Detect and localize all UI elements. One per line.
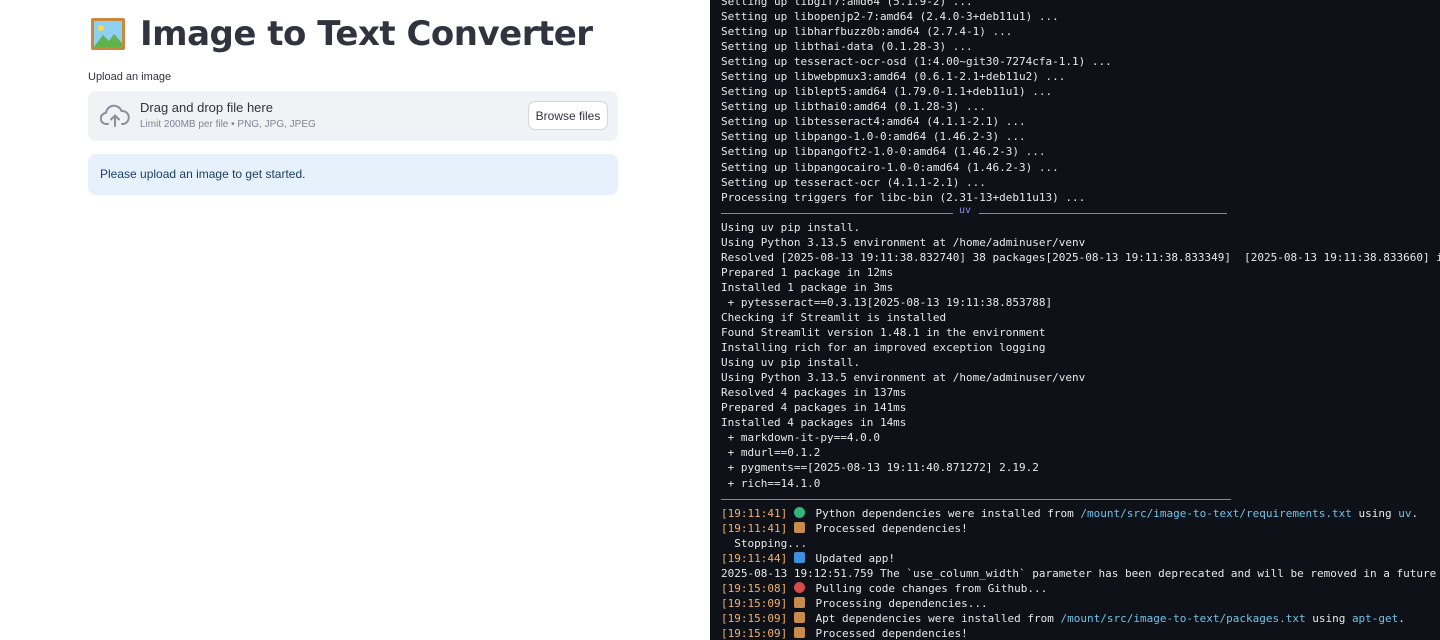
log-timestamp: [19:11:41] [721,521,788,535]
log-line: Prepared 1 package in 12ms [721,265,894,279]
log-line: Setting up libthai0:amd64 (0.1.28-3) ... [721,100,986,114]
log-line: + pygments==[2025-08-13 19:11:40.871272]… [721,461,1039,475]
log-line: Setting up libgif7:amd64 (5.1.9-2) ... [721,0,973,8]
log-line: Setting up libpangoft2-1.0-0:amd64 (1.46… [721,145,1046,159]
log-message: Apt dependencies were installed from [808,611,1061,625]
log-line: Setting up liblept5:amd64 (1.79.0-1.1+de… [721,85,1053,99]
log-message: Processing dependencies... [808,596,988,610]
requirements-path-link[interactable]: /mount/src/image-to-text/requirements.tx… [1080,507,1352,520]
log-line: Using Python 3.13.5 environment at /home… [721,235,1086,249]
divider-line [721,498,1231,500]
log-timestamp: [19:15:09] [721,611,788,625]
log-line: Processing triggers for libc-bin (2.31-1… [721,190,1086,204]
package-icon [793,596,805,608]
divider-line-right [979,212,1227,214]
log-line: Setting up libtesseract4:amd64 (4.1.1-2.… [721,115,1026,129]
page-title: Image to Text Converter [140,14,593,54]
log-message: Updated app! [808,551,895,565]
log-message: Processed dependencies! [808,626,968,640]
apt-get-tool-name: apt-get [1351,611,1399,625]
log-line: Resolved [2025-08-13 19:11:38.832740] 38… [721,250,1440,264]
uv-section-divider: uv [721,205,1227,220]
log-message: using [1351,506,1399,520]
package-icon [793,626,805,638]
github-octopus-icon [793,581,805,593]
uv-section-label: uv [959,204,972,216]
log-line: Installed 4 packages in 14ms [721,416,907,430]
package-icon [793,521,805,533]
log-timestamp: [19:11:41] [721,506,788,520]
log-line: Stopping... [721,536,808,550]
log-line: [19:15:09] Processing dependencies... [721,596,1440,611]
log-message: Processed dependencies! [808,521,968,535]
log-line: Installed 1 package in 3ms [721,280,894,294]
log-line: + markdown-it-py==4.0.0 [721,431,880,445]
log-line: Setting up libthai-data (0.1.28-3) ... [721,40,973,54]
log-message: Pulling code changes from Github... [808,581,1048,595]
log-line: [19:15:09] Apt dependencies were install… [721,611,1440,626]
log-line: Setting up tesseract-ocr (4.1.1-2.1) ... [721,175,986,189]
page-title-row: Image to Text Converter [90,14,593,54]
log-line: Using uv pip install. [721,220,861,234]
log-line: Setting up libopenjp2-7:amd64 (2.4.0-3+d… [721,10,1059,24]
terminal-output: Setting up libgif7:amd64 (5.1.9-2) ... S… [721,0,1440,640]
python-deps-icon [793,506,805,518]
cloud-upload-icon [99,104,130,128]
log-line: Checking if Streamlit is installed [721,310,947,324]
package-icon [793,611,805,623]
log-line: + mdurl==0.1.2 [721,446,821,460]
log-message: using [1305,611,1352,625]
divider-line-left [721,212,953,214]
framed-picture-icon [90,16,126,52]
info-alert-text: Please upload an image to get started. [100,167,306,181]
log-line: Installing rich for an improved exceptio… [721,341,1046,355]
log-line: Setting up libharfbuzz0b:amd64 (2.7.4-1)… [721,25,1013,39]
log-line: [19:11:41] Python dependencies were inst… [721,506,1440,521]
uv-tool-name: uv [1398,506,1412,520]
log-line: [19:11:44] Updated app! [721,551,1440,566]
log-line: [19:11:41] Processed dependencies! [721,521,1440,536]
terminal-log-pane[interactable]: Setting up libgif7:amd64 (5.1.9-2) ... S… [710,0,1440,640]
log-punctuation: . [1398,611,1405,625]
log-line: [19:15:09] Processed dependencies! [721,626,1440,640]
log-line: Setting up libwebpmux3:amd64 (0.6.1-2.1+… [721,70,1066,84]
log-line: Setting up libpango-1.0-0:amd64 (1.46.2-… [721,130,1026,144]
log-message: Python dependencies were installed from [808,506,1081,520]
log-line: Prepared 4 packages in 141ms [721,401,907,415]
log-line: Using Python 3.13.5 environment at /home… [721,371,1086,385]
log-timestamp: [19:15:08] [721,581,788,595]
log-line: Using uv pip install. [721,356,861,370]
log-line: Setting up tesseract-ocr-osd (1:4.00~git… [721,55,1112,69]
log-line: Found Streamlit version 1.48.1 in the en… [721,326,1046,340]
log-line: 2025-08-13 19:12:51.759 The `use_column_… [721,566,1440,580]
log-line: + pytesseract==0.3.13[2025-08-13 19:11:3… [721,295,1053,309]
log-timestamp: [19:11:44] [721,551,788,565]
streamlit-app-pane: Image to Text Converter Upload an image … [0,0,710,640]
upload-label: Upload an image [88,71,172,83]
dropzone-limits: Limit 200MB per file • PNG, JPG, JPEG [140,119,316,130]
log-line: + rich==14.1.0 [721,476,821,490]
log-line: Setting up libpangocairo-1.0-0:amd64 (1.… [721,160,1059,174]
info-alert: Please upload an image to get started. [88,154,618,195]
log-timestamp: [19:15:09] [721,626,788,640]
section-divider [721,491,1231,506]
packages-path-link[interactable]: /mount/src/image-to-text/packages.txt [1061,612,1306,625]
log-punctuation: . [1411,506,1419,520]
browse-files-button[interactable]: Browse files [528,101,608,130]
file-dropzone[interactable]: Drag and drop file here Limit 200MB per … [88,91,618,141]
log-timestamp: [19:15:09] [721,596,788,610]
dropzone-instruction: Drag and drop file here [140,100,273,115]
log-line: Resolved 4 packages in 137ms [721,386,907,400]
refresh-icon [793,551,805,563]
log-line: [19:15:08] Pulling code changes from Git… [721,581,1440,596]
